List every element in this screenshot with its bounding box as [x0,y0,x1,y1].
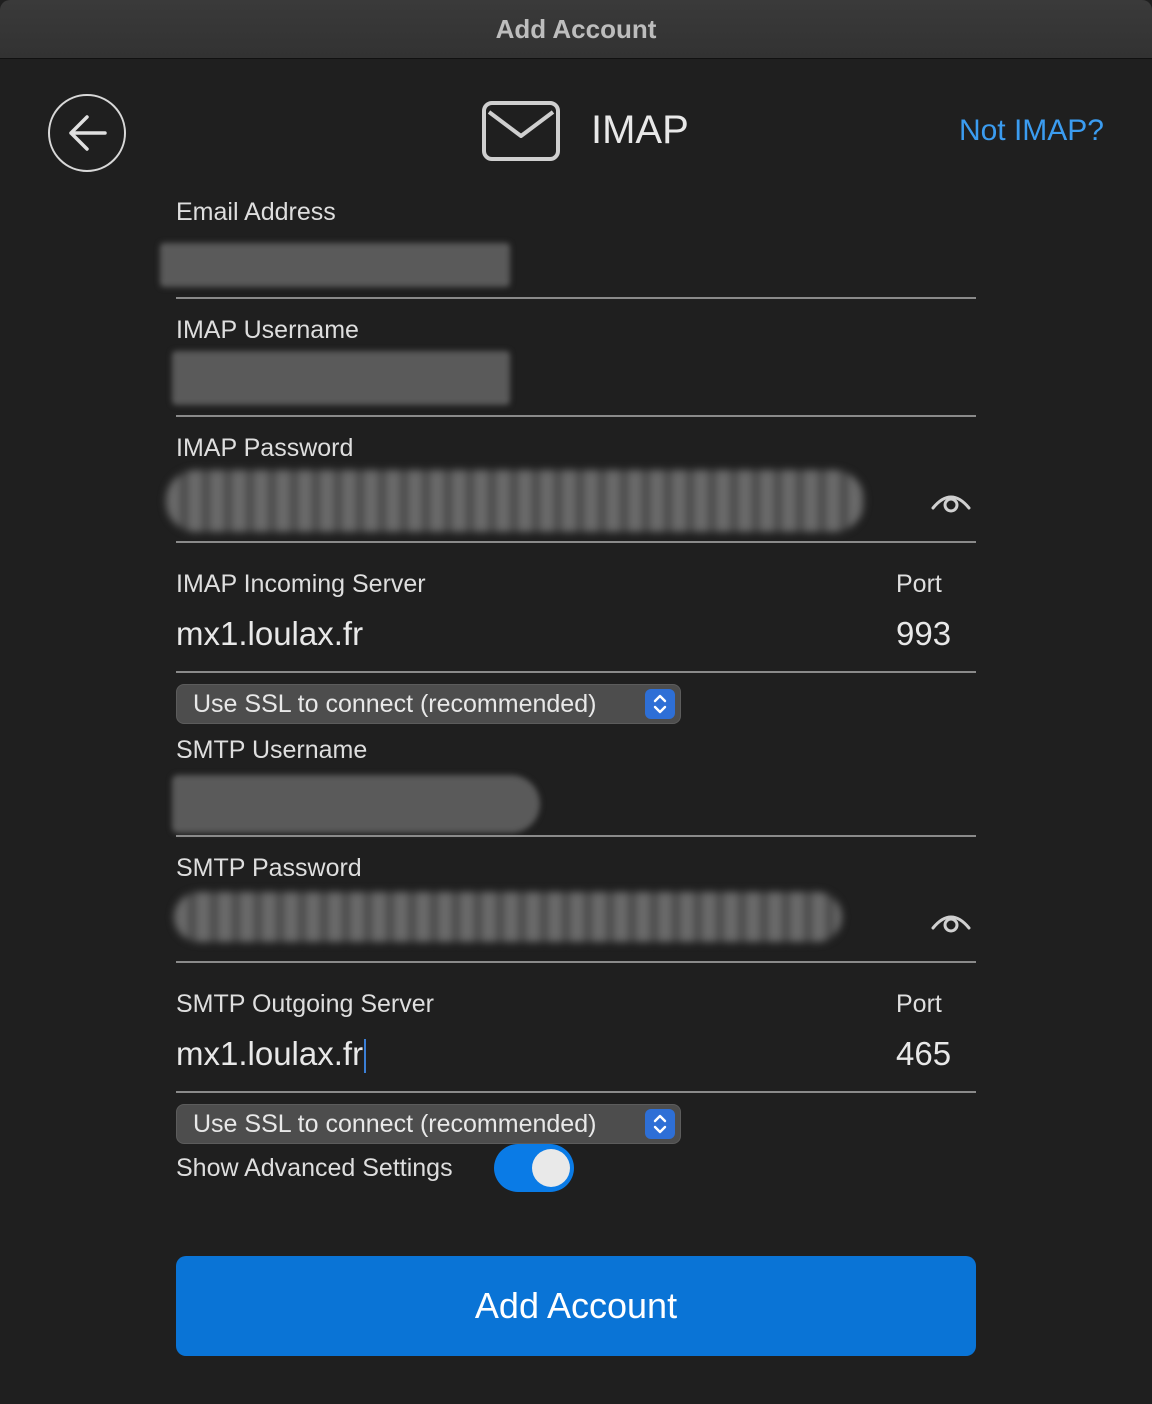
smtp-username-divider [176,835,976,837]
back-button[interactable] [48,94,126,172]
advanced-settings-toggle[interactable] [494,1144,574,1192]
show-password-icon[interactable] [931,490,971,516]
toggle-knob [532,1149,570,1187]
advanced-settings-label: Show Advanced Settings [176,1154,453,1182]
imap-ssl-select[interactable]: Use SSL to connect (recommended) [176,684,681,724]
smtp-ssl-selected: Use SSL to connect (recommended) [193,1109,597,1138]
smtp-server-text: mx1.loulax.fr [176,1035,364,1072]
email-label: Email Address [176,198,336,226]
smtp-port-label: Port [896,990,942,1018]
email-field[interactable] [160,243,510,287]
smtp-server-label: SMTP Outgoing Server [176,990,434,1018]
imap-password-label: IMAP Password [176,434,354,462]
add-account-button[interactable]: Add Account [176,1256,976,1356]
back-arrow-icon [69,115,107,151]
smtp-server-input[interactable]: mx1.loulax.fr [176,1035,367,1074]
imap-password-divider [176,541,976,543]
window-title: Add Account [495,13,657,44]
mail-icon [482,101,560,161]
smtp-password-field[interactable] [174,892,842,942]
imap-username-label: IMAP Username [176,316,359,344]
account-type-title: IMAP [591,108,689,152]
imap-ssl-selected: Use SSL to connect (recommended) [193,689,597,718]
smtp-password-label: SMTP Password [176,854,362,882]
smtp-username-field[interactable] [172,775,540,833]
smtp-username-label: SMTP Username [176,736,368,764]
smtp-ssl-select[interactable]: Use SSL to connect (recommended) [176,1104,681,1144]
not-imap-link[interactable]: Not IMAP? [959,114,1104,148]
add-account-label: Add Account [474,1285,678,1326]
chevron-updown-icon [645,1109,675,1139]
chevron-updown-icon [645,689,675,719]
email-divider [176,297,976,299]
imap-port-input[interactable]: 993 [896,615,951,653]
imap-username-field[interactable] [172,351,510,405]
smtp-password-divider [176,961,976,963]
imap-server-divider [176,671,976,673]
imap-server-input[interactable]: mx1.loulax.fr [176,615,363,653]
imap-username-divider [176,415,976,417]
show-password-icon[interactable] [931,910,971,936]
imap-port-label: Port [896,570,942,598]
title-bar: Add Account [0,0,1152,59]
imap-server-label: IMAP Incoming Server [176,570,426,598]
text-caret [364,1039,367,1074]
smtp-server-divider [176,1091,976,1093]
imap-password-field[interactable] [166,470,864,532]
smtp-port-input[interactable]: 465 [896,1035,951,1073]
